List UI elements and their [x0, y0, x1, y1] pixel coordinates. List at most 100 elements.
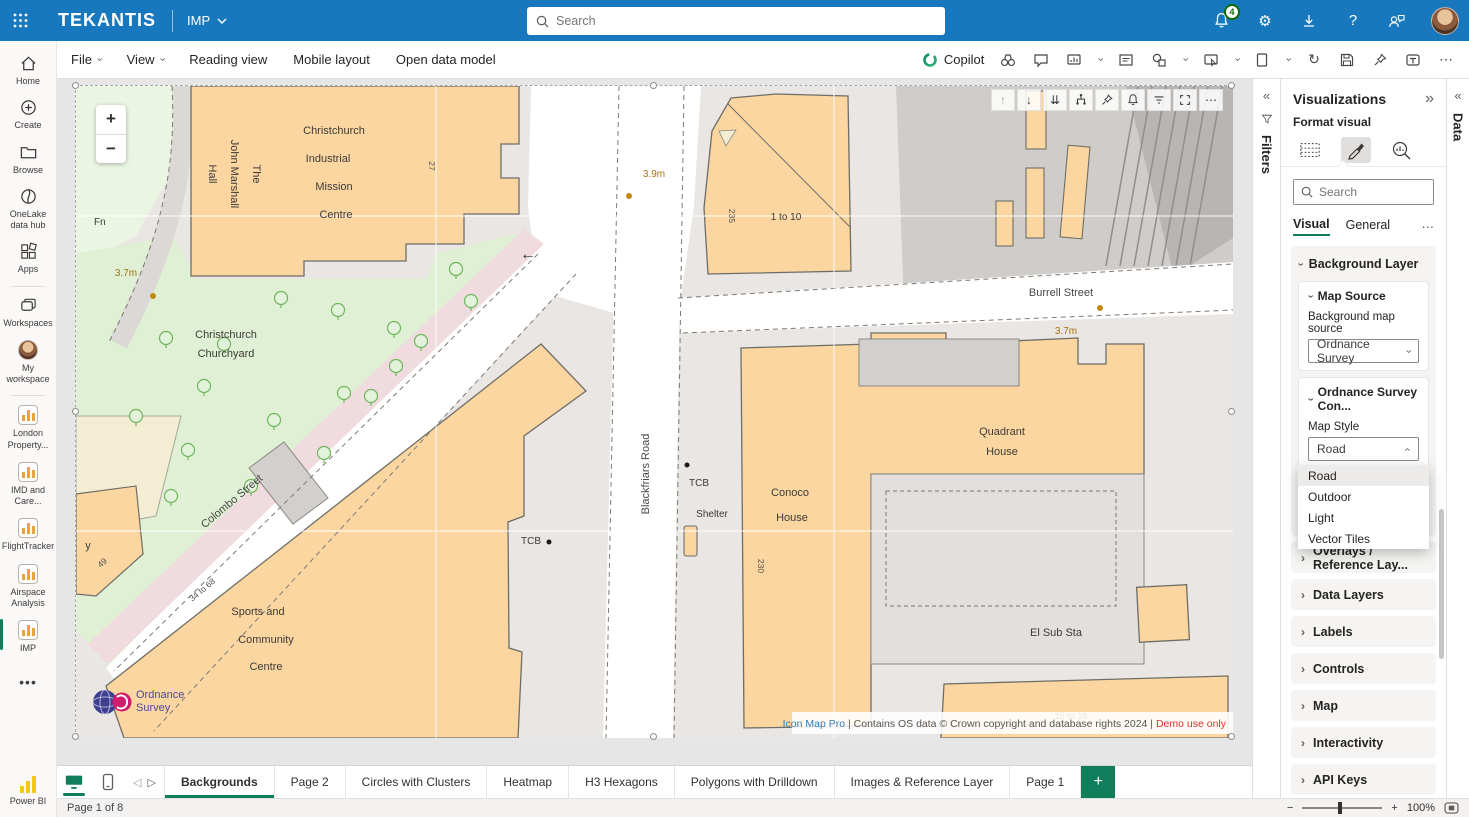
mobile-view-icon[interactable] [91, 766, 125, 798]
section-data-layers[interactable]: ›Data Layers [1291, 579, 1436, 610]
sidebar-more-icon[interactable]: ••• [19, 674, 37, 690]
dropdown-option-road[interactable]: Road [1298, 465, 1429, 486]
tab-general[interactable]: General [1346, 218, 1390, 235]
resize-handle[interactable] [72, 82, 79, 89]
pin-icon[interactable] [1371, 51, 1389, 69]
open-data-model-button[interactable]: Open data model [396, 52, 496, 67]
sidebar-item-flighttracker[interactable]: FlightTracker [0, 513, 57, 558]
map-visual[interactable]: Christchurch Industrial Mission Centre T… [75, 85, 1232, 737]
feedback-icon[interactable] [1387, 11, 1407, 31]
page-tab-circles-with-clusters[interactable]: Circles with Clusters [345, 766, 487, 798]
page-tab-backgrounds[interactable]: Backgrounds [164, 766, 274, 798]
resize-handle[interactable] [72, 408, 79, 415]
section-interactivity[interactable]: ›Interactivity [1291, 727, 1436, 758]
next-page-arrow[interactable]: ▷ [147, 776, 155, 789]
brand-logo[interactable]: TEKANTIS [58, 10, 156, 31]
tabs-more-icon[interactable]: ⋯ [1422, 219, 1435, 234]
notifications-bell-icon[interactable]: 4 [1211, 11, 1231, 31]
reading-view-button[interactable]: Reading view [189, 52, 267, 67]
new-visual-icon[interactable] [1065, 51, 1083, 69]
expand-all-icon[interactable] [1069, 89, 1093, 111]
drill-down-icon[interactable]: ↓ [1017, 89, 1041, 111]
os-config-header[interactable]: › Ordnance Survey Con... [1308, 385, 1419, 413]
dropdown-option-outdoor[interactable]: Outdoor [1298, 486, 1429, 507]
focus-mode-icon[interactable] [1173, 89, 1197, 111]
prev-page-arrow[interactable]: ◁ [133, 776, 141, 789]
next-level-icon[interactable]: ⇊ [1043, 89, 1067, 111]
buttons-icon[interactable] [1202, 51, 1220, 69]
sidebar-item-workspaces[interactable]: Workspaces [0, 291, 57, 335]
filters-icon[interactable] [1147, 89, 1171, 111]
sidebar-item-home[interactable]: Home [0, 49, 57, 93]
alerts-bell-icon[interactable] [1121, 89, 1145, 111]
save-icon[interactable] [1338, 51, 1356, 69]
refresh-icon[interactable]: ↻ [1305, 51, 1323, 69]
sidebar-item-imp[interactable]: IMP [0, 615, 57, 660]
analytics-tab-icon[interactable] [1387, 137, 1417, 163]
zoom-out-button[interactable]: − [1287, 802, 1293, 814]
more-options-icon[interactable]: ⋯ [1437, 51, 1455, 69]
sidebar-item-browse[interactable]: Browse [0, 138, 57, 182]
map-source-header[interactable]: › Map Source [1308, 289, 1419, 303]
page-tab-page-1[interactable]: Page 1 [1009, 766, 1081, 798]
format-search-box[interactable] [1293, 179, 1434, 205]
page-tab-polygons-with-drilldown[interactable]: Polygons with Drilldown [674, 766, 834, 798]
pane-scrollbar[interactable] [1439, 509, 1444, 659]
page-tab-page-2[interactable]: Page 2 [274, 766, 345, 798]
expand-data-icon[interactable]: « [1454, 88, 1461, 103]
fit-to-page-icon[interactable] [1444, 802, 1459, 814]
zoom-out-button[interactable]: − [96, 135, 126, 164]
section-map[interactable]: ›Map [1291, 690, 1436, 721]
section-api-keys[interactable]: ›API Keys [1291, 764, 1436, 795]
fields-tab-icon[interactable] [1295, 137, 1325, 163]
sidebar-item-create[interactable]: Create [0, 93, 57, 137]
page-tab-images-reference-layer[interactable]: Images & Reference Layer [834, 766, 1010, 798]
format-tab-icon[interactable] [1341, 137, 1371, 163]
sidebar-item-apps[interactable]: Apps [0, 237, 57, 281]
background-layer-header[interactable]: › Background Layer [1298, 253, 1429, 275]
dropdown-option-vector-tiles[interactable]: Vector Tiles [1298, 528, 1429, 549]
collapse-pane-icon[interactable]: » [1425, 90, 1434, 108]
pin-visual-icon[interactable] [1095, 89, 1119, 111]
page-tab-h3-hexagons[interactable]: H3 Hexagons [568, 766, 674, 798]
sidebar-item-london-property[interactable]: London Property... [0, 400, 57, 457]
sidebar-item-airspace-analysis[interactable]: Airspace Analysis [0, 559, 57, 616]
mobile-layout-button[interactable]: Mobile layout [293, 52, 370, 67]
data-pane-title[interactable]: Data [1451, 113, 1466, 141]
teams-share-icon[interactable] [1404, 51, 1422, 69]
resize-handle[interactable] [1228, 82, 1235, 89]
sidebar-item-onelake[interactable]: OneLake data hub [0, 182, 57, 238]
zoom-slider-thumb[interactable] [1338, 802, 1342, 814]
copilot-button[interactable]: Copilot [922, 52, 984, 68]
page-tab-heatmap[interactable]: Heatmap [486, 766, 568, 798]
sidebar-item-powerbi[interactable]: Power BI [0, 770, 57, 813]
workspace-switcher[interactable]: IMP [187, 13, 227, 28]
sidebar-item-imd-care[interactable]: IMD and Care... [0, 457, 57, 514]
performance-analyzer-icon[interactable] [999, 51, 1017, 69]
zoom-in-button[interactable]: + [96, 105, 126, 135]
resize-handle[interactable] [650, 733, 657, 740]
new-page-icon[interactable] [1253, 51, 1271, 69]
resize-handle[interactable] [1228, 733, 1235, 740]
global-search-box[interactable] [527, 7, 945, 35]
download-icon[interactable] [1299, 11, 1319, 31]
map-style-select[interactable]: Road › [1308, 437, 1419, 461]
comment-icon[interactable] [1032, 51, 1050, 69]
view-menu[interactable]: View› [127, 52, 164, 67]
search-input[interactable] [556, 14, 936, 28]
user-avatar[interactable] [1431, 7, 1459, 35]
tab-visual[interactable]: Visual [1293, 217, 1330, 236]
chevron-down-icon[interactable]: › [1095, 58, 1106, 62]
help-icon[interactable]: ? [1343, 11, 1363, 31]
resize-handle[interactable] [72, 733, 79, 740]
sidebar-item-my-workspace[interactable]: My workspace [0, 335, 57, 392]
chevron-down-icon[interactable]: › [1283, 58, 1294, 62]
text-box-icon[interactable] [1117, 51, 1135, 69]
more-options-icon[interactable]: ⋯ [1199, 89, 1223, 111]
chevron-down-icon[interactable]: › [1179, 58, 1190, 62]
zoom-in-button[interactable]: + [1391, 802, 1397, 814]
drill-up-icon[interactable]: ↑ [991, 89, 1015, 111]
section-labels[interactable]: ›Labels [1291, 616, 1436, 647]
format-search-input[interactable] [1319, 185, 1426, 199]
settings-gear-icon[interactable]: ⚙ [1255, 11, 1275, 31]
